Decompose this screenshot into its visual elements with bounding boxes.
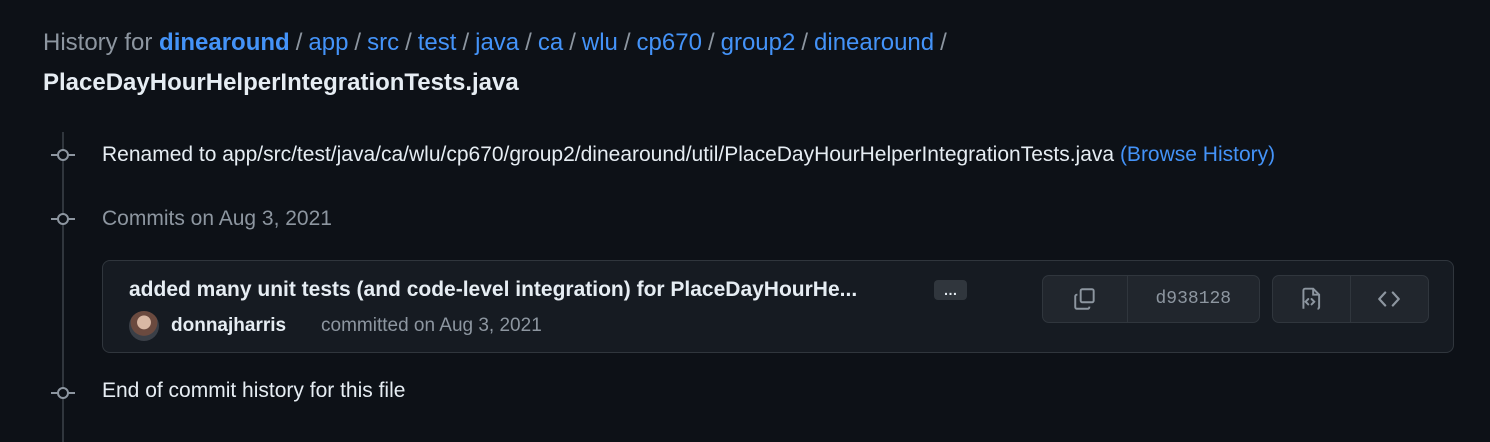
path-separator: / bbox=[623, 29, 631, 56]
code-icon bbox=[1378, 291, 1401, 307]
path-separator: / bbox=[940, 29, 947, 56]
copy-sha-button[interactable] bbox=[1043, 276, 1127, 322]
expand-message-button[interactable]: … bbox=[934, 280, 967, 300]
path-link-cp670[interactable]: cp670 bbox=[637, 29, 702, 56]
path-link-group2[interactable]: group2 bbox=[721, 29, 796, 56]
path-link-ca[interactable]: ca bbox=[538, 29, 563, 56]
author-link[interactable]: donnajharris bbox=[171, 315, 286, 337]
commit-group-label: Commits on Aug 3, 2021 bbox=[102, 207, 332, 230]
browse-history-link[interactable]: (Browse History) bbox=[1120, 143, 1275, 166]
avatar[interactable] bbox=[129, 311, 159, 341]
path-separator: / bbox=[405, 29, 412, 56]
commit-node-icon bbox=[51, 148, 75, 162]
breadcrumb: History for dinearound / app / src / test / java… bbox=[43, 26, 1443, 100]
path-separator: / bbox=[525, 29, 532, 56]
history-prefix: History for bbox=[43, 29, 153, 56]
path-separator: / bbox=[295, 29, 303, 56]
end-of-history-text: End of commit history for this file bbox=[102, 379, 406, 402]
rename-notice: Renamed to app/src/test/java/ca/wlu/cp67… bbox=[102, 141, 1275, 169]
path-link-java[interactable]: java bbox=[475, 29, 519, 56]
repo-link[interactable]: dinearound bbox=[159, 29, 290, 56]
commit-node-icon bbox=[51, 212, 75, 226]
path-separator: / bbox=[707, 29, 715, 56]
commit-date: committed on Aug 3, 2021 bbox=[321, 315, 542, 336]
sha-button-group: d938128 bbox=[1042, 275, 1260, 323]
view-file-at-commit-button[interactable] bbox=[1273, 276, 1350, 322]
commit-message-link[interactable]: added many unit tests (and code-level in… bbox=[129, 278, 857, 302]
browse-button-group bbox=[1272, 275, 1429, 323]
browse-repo-at-commit-button[interactable] bbox=[1349, 276, 1429, 322]
path-link-dinearound[interactable]: dinearound bbox=[814, 29, 934, 56]
rename-text: Renamed to app/src/test/java/ca/wlu/cp67… bbox=[102, 143, 1115, 166]
page-title: PlaceDayHourHelperIntegrationTests.java bbox=[43, 69, 519, 96]
file-code-icon bbox=[1302, 287, 1321, 310]
copy-icon bbox=[1074, 288, 1095, 310]
path-separator: / bbox=[462, 29, 470, 56]
path-link-test[interactable]: test bbox=[418, 29, 457, 56]
commit-card: added many unit tests (and code-level in… bbox=[102, 260, 1454, 353]
commit-sha-link[interactable]: d938128 bbox=[1126, 276, 1259, 322]
path-link-src[interactable]: src bbox=[367, 29, 399, 56]
path-link-wlu[interactable]: wlu bbox=[582, 29, 618, 56]
path-separator: / bbox=[354, 29, 362, 56]
commit-node-icon bbox=[51, 386, 75, 400]
path-link-app[interactable]: app bbox=[308, 29, 348, 56]
path-separator: / bbox=[801, 29, 809, 56]
path-separator: / bbox=[569, 29, 576, 56]
